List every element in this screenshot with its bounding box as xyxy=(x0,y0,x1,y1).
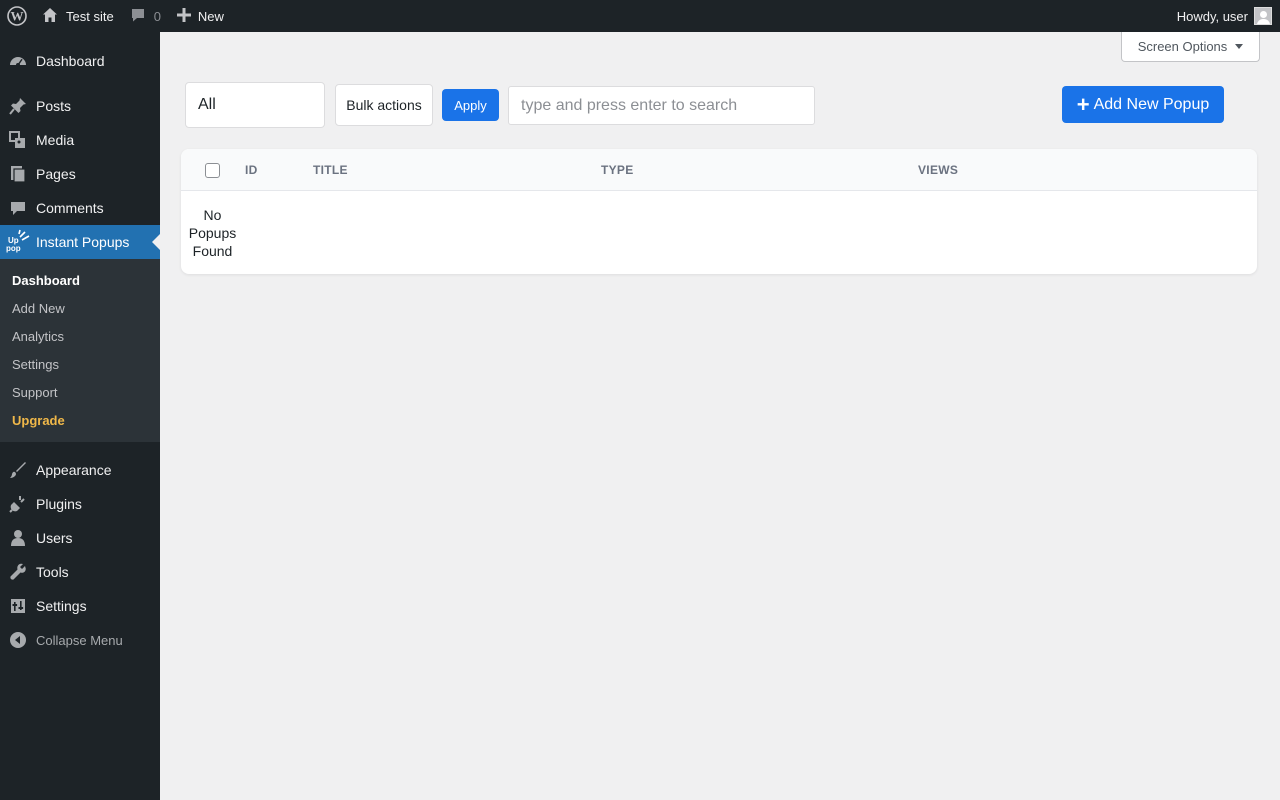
column-header-views[interactable]: VIEWS xyxy=(918,149,958,191)
plus-icon xyxy=(176,7,191,25)
sidebar-item-label: Instant Popups xyxy=(36,234,130,250)
greeting-label: Howdy, user xyxy=(1176,8,1248,24)
brush-icon xyxy=(0,461,36,479)
admin-bar: W Test site 0 New Howdy, user xyxy=(0,0,1280,32)
sidebar-item-plugins[interactable]: Plugins xyxy=(0,487,160,521)
sidebar-item-label: Users xyxy=(36,530,73,546)
sidebar-item-appearance[interactable]: Appearance xyxy=(0,453,160,487)
wordpress-logo-icon[interactable]: W xyxy=(0,0,34,32)
account-menu[interactable]: Howdy, user xyxy=(1177,0,1272,32)
screen-options-button[interactable]: Screen Options xyxy=(1121,32,1260,62)
submenu-item-support[interactable]: Support xyxy=(0,378,160,406)
sidebar-item-label: Media xyxy=(36,132,75,148)
plus-icon: + xyxy=(1076,91,1090,117)
sidebar-item-users[interactable]: Users xyxy=(0,521,160,555)
screen-options-label: Screen Options xyxy=(1137,39,1228,54)
add-new-popup-label: Add New Popup xyxy=(1093,95,1210,113)
site-name-label: Test site xyxy=(66,8,114,24)
svg-text:pop: pop xyxy=(6,244,21,253)
new-label: New xyxy=(197,8,224,24)
uppop-icon: Up pop xyxy=(0,229,36,255)
select-all-checkbox[interactable] xyxy=(205,163,220,178)
pages-icon xyxy=(0,165,36,183)
add-new-popup-button[interactable]: + Add New Popup xyxy=(1062,86,1224,123)
column-header-title[interactable]: TITLE xyxy=(313,149,348,191)
sidebar-item-settings[interactable]: Settings xyxy=(0,589,160,623)
comments-count: 0 xyxy=(153,8,161,24)
sidebar-item-label: Dashboard xyxy=(36,53,105,69)
media-icon xyxy=(0,131,36,149)
empty-state-line: No xyxy=(203,207,222,223)
user-icon xyxy=(0,529,36,547)
sidebar-item-comments[interactable]: Comments xyxy=(0,191,160,225)
bulk-actions-label: Bulk actions xyxy=(346,97,422,113)
collapse-icon xyxy=(0,631,36,649)
sidebar-item-label: Appearance xyxy=(36,462,112,478)
collapse-menu-label: Collapse Menu xyxy=(36,632,123,648)
bulk-actions-select[interactable]: Bulk actions xyxy=(335,84,433,126)
sidebar-item-tools[interactable]: Tools xyxy=(0,555,160,589)
admin-sidebar: Dashboard Posts Media Pages Comments Up p… xyxy=(0,32,160,800)
caret-down-icon xyxy=(1235,44,1244,49)
home-icon xyxy=(42,7,58,26)
empty-state-line: Found xyxy=(192,243,233,259)
submenu-item-analytics[interactable]: Analytics xyxy=(0,322,160,350)
sidebar-item-label: Plugins xyxy=(36,496,82,512)
wrench-icon xyxy=(0,563,36,581)
plugin-icon xyxy=(0,495,36,513)
empty-state-line: Popups xyxy=(188,225,237,241)
sidebar-item-label: Settings xyxy=(36,598,87,614)
instant-popups-submenu: Dashboard Add New Analytics Settings Sup… xyxy=(0,259,160,442)
sidebar-item-instant-popups[interactable]: Up pop Instant Popups xyxy=(0,225,160,259)
sidebar-item-label: Posts xyxy=(36,98,72,114)
submenu-item-settings[interactable]: Settings xyxy=(0,350,160,378)
apply-button[interactable]: Apply xyxy=(442,89,499,121)
sidebar-item-media[interactable]: Media xyxy=(0,123,160,157)
sidebar-item-posts[interactable]: Posts xyxy=(0,89,160,123)
comment-icon xyxy=(0,199,36,217)
search-input[interactable]: type and press enter to search xyxy=(508,86,815,125)
sidebar-item-label: Comments xyxy=(36,200,104,216)
pin-icon xyxy=(0,97,36,115)
column-header-id[interactable]: ID xyxy=(245,149,258,191)
status-filter-value: All xyxy=(198,96,216,113)
empty-state-message: No Popups Found xyxy=(185,206,240,260)
table-header: ID TITLE TYPE VIEWS xyxy=(181,149,1257,191)
dashboard-icon xyxy=(0,52,36,70)
status-filter-select[interactable]: All xyxy=(185,82,325,128)
collapse-menu-button[interactable]: Collapse Menu xyxy=(0,623,160,657)
submenu-item-dashboard[interactable]: Dashboard xyxy=(0,266,160,294)
comments-link[interactable]: 0 xyxy=(122,0,169,32)
avatar xyxy=(1254,7,1272,25)
submenu-item-add-new[interactable]: Add New xyxy=(0,294,160,322)
sidebar-item-dashboard[interactable]: Dashboard xyxy=(0,44,160,78)
sidebar-item-label: Pages xyxy=(36,166,76,182)
sidebar-item-pages[interactable]: Pages xyxy=(0,157,160,191)
popups-table: ID TITLE TYPE VIEWS No Popups Found xyxy=(181,149,1257,274)
settings-icon xyxy=(0,597,36,615)
new-content-link[interactable]: New xyxy=(169,0,232,32)
submenu-item-upgrade[interactable]: Upgrade xyxy=(0,406,160,434)
sidebar-item-label: Tools xyxy=(36,564,69,580)
comment-icon xyxy=(130,7,146,26)
search-placeholder: type and press enter to search xyxy=(521,96,738,114)
column-header-type[interactable]: TYPE xyxy=(601,149,634,191)
svg-text:W: W xyxy=(11,9,24,24)
site-name-link[interactable]: Test site xyxy=(34,0,122,32)
